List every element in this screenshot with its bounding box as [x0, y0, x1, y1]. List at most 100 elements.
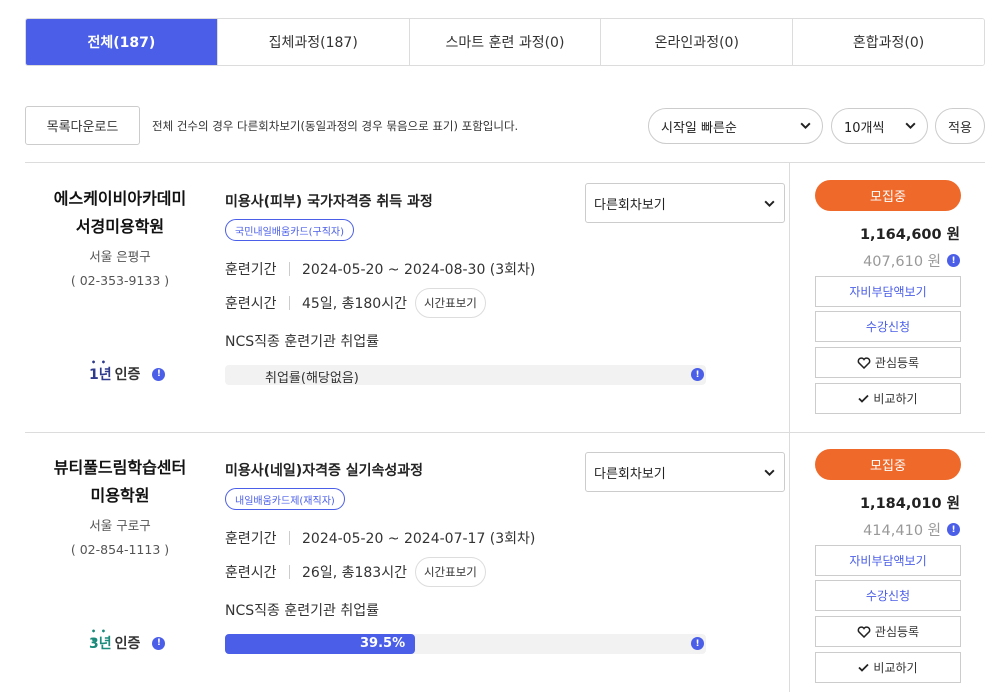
tab-all[interactable]: 전체(187) [26, 19, 217, 65]
institution-location: 서울 구로구 [89, 518, 151, 533]
training-time-row: 훈련시간 26일, 총183시간 시간표보기 [225, 557, 486, 587]
self-pay-price: 407,610 원! [863, 250, 960, 271]
certification-badge: • • • 3년 인증 ! [89, 627, 209, 654]
compare-button[interactable]: 비교하기 [815, 383, 961, 414]
cert-years: • • 1년 [89, 358, 112, 383]
training-time-row: 훈련시간 45일, 총180시간 시간표보기 [225, 288, 486, 318]
period-label: 훈련기간 [225, 531, 277, 547]
info-icon[interactable]: ! [947, 523, 960, 536]
self-pay-button[interactable]: 자비부담액보기 [815, 276, 961, 307]
self-pay-value: 407,610 원 [863, 254, 941, 270]
institution-name-line2[interactable]: 서경미용학원 [25, 213, 215, 241]
cert-label: 인증 [114, 367, 141, 383]
timetable-button[interactable]: 시간표보기 [414, 288, 486, 318]
institution-info: 뷰티풀드림학습센터 미용학원 서울 구로구 ( 02-854-1113 ) [25, 454, 215, 562]
separator [289, 531, 290, 545]
employment-rate-text: 39.5% [360, 636, 406, 651]
apply-course-button[interactable]: 수강신청 [815, 580, 961, 611]
other-rounds-select[interactable]: 다른회차보기 [585, 452, 785, 492]
other-rounds-value: 다른회차보기 [594, 197, 666, 213]
time-value: 45일, 총180시간 [302, 296, 407, 312]
card-type-badge: 국민내일배움카드(구직자) [225, 219, 355, 241]
period-value: 2024-05-20 ~ 2024-08-30 (3회차) [302, 262, 536, 278]
institution-phone: ( 02-353-9133 ) [70, 273, 170, 288]
info-icon[interactable]: ! [152, 367, 166, 381]
heart-icon [857, 356, 871, 369]
institution-name-line1[interactable]: 뷰티풀드림학습센터 [25, 454, 215, 482]
add-favorite-button[interactable]: 관심등록 [815, 347, 961, 378]
self-pay-button[interactable]: 자비부담액보기 [815, 545, 961, 576]
chevron-down-icon [764, 469, 775, 477]
info-icon[interactable]: ! [691, 637, 704, 650]
ncs-employment-label: NCS직종 훈련기관 취업률 [225, 334, 379, 350]
time-label: 훈련시간 [225, 296, 277, 312]
apply-course-button[interactable]: 수강신청 [815, 311, 961, 342]
cert-years: • • • 3년 [89, 627, 112, 652]
separator [289, 565, 290, 579]
tab-online[interactable]: 온라인과정(0) [600, 19, 793, 65]
info-icon[interactable]: ! [152, 636, 166, 650]
other-rounds-select[interactable]: 다른회차보기 [585, 183, 785, 223]
apply-button[interactable]: 적용 [935, 108, 985, 144]
institution-name-line2[interactable]: 미용학원 [25, 482, 215, 510]
compare-label: 비교하기 [873, 661, 918, 675]
favorite-label: 관심등록 [874, 625, 920, 639]
institution-location: 서울 은평구 [89, 249, 151, 264]
other-rounds-value: 다른회차보기 [594, 466, 666, 482]
course-title[interactable]: 미용사(피부) 국가자격증 취득 과정 [225, 191, 433, 211]
status-badge: 모집중 [815, 180, 961, 211]
time-value: 26일, 총183시간 [302, 565, 407, 581]
chevron-down-icon [764, 200, 775, 208]
institution-info: 에스케이비아카데미 서경미용학원 서울 은평구 ( 02-353-9133 ) [25, 185, 215, 293]
sort-select[interactable]: 시작일 빠른순 [648, 108, 823, 144]
list-toolbar: 목록다운로드 전체 건수의 경우 다른회차보기(동일과정의 경우 묶음으로 표기… [25, 106, 985, 146]
certification-badge: • • 1년 인증 ! [89, 358, 209, 385]
check-icon [858, 663, 870, 672]
course-card: 에스케이비아카데미 서경미용학원 서울 은평구 ( 02-353-9133 ) … [25, 163, 985, 433]
self-pay-price: 414,410 원! [863, 519, 960, 540]
page-size-value: 10개씩 [844, 120, 885, 136]
course-card: 뷰티풀드림학습센터 미용학원 서울 구로구 ( 02-854-1113 ) • … [25, 432, 985, 692]
cert-dots-icon: • • [91, 358, 108, 367]
status-badge: 모집중 [815, 449, 961, 480]
tab-blended[interactable]: 혼합과정(0) [792, 19, 984, 65]
training-period-row: 훈련기간 2024-05-20 ~ 2024-07-17 (3회차) [225, 528, 535, 548]
chevron-down-icon [905, 122, 916, 130]
ncs-employment-label: NCS직종 훈련기관 취업률 [225, 603, 379, 619]
cert-dots-icon: • • • [91, 627, 108, 645]
add-favorite-button[interactable]: 관심등록 [815, 616, 961, 647]
course-price: 1,184,010 원 [859, 496, 960, 512]
chevron-down-icon [800, 122, 811, 130]
sort-select-value: 시작일 빠른순 [661, 120, 737, 136]
course-type-tabs: 전체(187) 집체과정(187) 스마트 훈련 과정(0) 온라인과정(0) … [25, 18, 985, 66]
separator [289, 262, 290, 276]
heart-icon [857, 625, 871, 638]
course-price: 1,164,600 원 [859, 227, 960, 243]
separator [289, 296, 290, 310]
period-value: 2024-05-20 ~ 2024-07-17 (3회차) [302, 531, 536, 547]
employment-rate-bar: 취업률(해당없음) ! [225, 365, 706, 386]
time-label: 훈련시간 [225, 565, 277, 581]
column-divider [789, 163, 790, 432]
page-size-select[interactable]: 10개씩 [831, 108, 928, 144]
course-title[interactable]: 미용사(네일)자격증 실기속성과정 [225, 460, 423, 480]
institution-name-line1[interactable]: 에스케이비아카데미 [25, 185, 215, 213]
download-list-button[interactable]: 목록다운로드 [25, 106, 140, 145]
favorite-label: 관심등록 [874, 356, 920, 370]
compare-label: 비교하기 [873, 392, 918, 406]
column-divider [789, 432, 790, 692]
tab-smart[interactable]: 스마트 훈련 과정(0) [408, 19, 601, 65]
compare-button[interactable]: 비교하기 [815, 652, 961, 683]
employment-rate-text: 취업률(해당없음) [265, 371, 359, 386]
timetable-button[interactable]: 시간표보기 [414, 557, 486, 587]
info-icon[interactable]: ! [691, 368, 704, 381]
training-period-row: 훈련기간 2024-05-20 ~ 2024-08-30 (3회차) [225, 259, 535, 279]
info-icon[interactable]: ! [947, 254, 960, 267]
tab-group[interactable]: 집체과정(187) [216, 19, 409, 65]
employment-rate-bar: 39.5% ! [225, 634, 706, 654]
period-label: 훈련기간 [225, 262, 277, 278]
card-type-badge: 내일배움카드제(재직자) [225, 488, 345, 510]
institution-phone: ( 02-854-1113 ) [70, 542, 170, 557]
check-icon [858, 394, 870, 403]
count-note: 전체 건수의 경우 다른회차보기(동일과정의 경우 묶음으로 표기) 포함입니다… [152, 119, 519, 133]
